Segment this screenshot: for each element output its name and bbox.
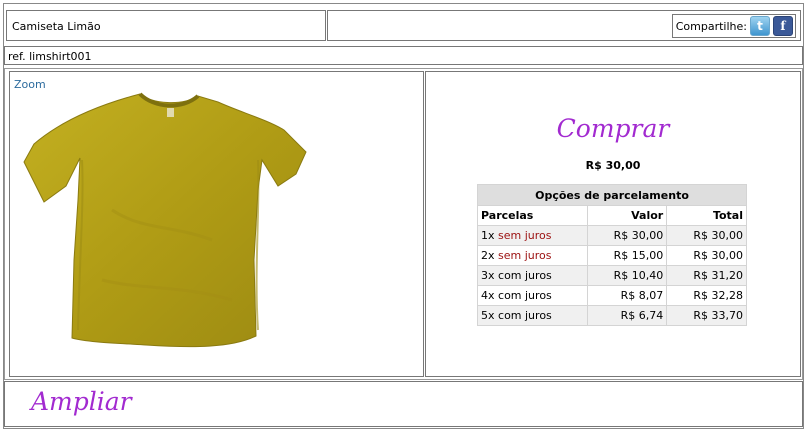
total-cell: R$ 32,28 (666, 285, 747, 306)
product-title: Camiseta Limão (12, 20, 101, 33)
tshirt-image[interactable] (22, 90, 314, 352)
share-label: Compartilhe: (675, 19, 747, 33)
value-cell: R$ 6,74 (586, 305, 668, 326)
table-row: 3x com juros R$ 10,40 R$ 31,20 (477, 265, 747, 286)
table-row: 5x com juros R$ 6,74 R$ 33,70 (477, 305, 747, 326)
product-price: R$ 30,00 (585, 159, 641, 172)
buy-button[interactable]: Comprar (426, 114, 800, 143)
share-box: Compartilhe: t f (671, 14, 796, 38)
value-cell: R$ 15,00 (586, 245, 668, 266)
share-cell: Compartilhe: t f (327, 10, 801, 41)
total-cell: R$ 30,00 (666, 245, 747, 266)
product-title-cell: Camiseta Limão (6, 10, 326, 41)
column-header-parcelas: Parcelas (477, 205, 588, 226)
parcel-cell: 3x com juros (477, 265, 588, 286)
product-reference: ref. limshirt001 (8, 50, 92, 63)
total-cell: R$ 30,00 (666, 225, 747, 246)
total-cell: R$ 33,70 (666, 305, 747, 326)
table-row: 2x sem juros R$ 15,00 R$ 30,00 (477, 245, 747, 266)
column-header-valor: Valor (586, 205, 668, 226)
table-row: 1x sem juros R$ 30,00 R$ 30,00 (477, 225, 747, 246)
value-cell: R$ 8,07 (586, 285, 668, 306)
twitter-icon[interactable]: t (750, 16, 770, 36)
column-header-total: Total (666, 205, 747, 226)
parcel-cell: 2x sem juros (477, 245, 588, 266)
facebook-icon[interactable]: f (773, 16, 793, 36)
parcel-cell: 4x com juros (477, 285, 588, 306)
enlarge-button[interactable]: Ampliar (31, 387, 132, 416)
value-cell: R$ 30,00 (586, 225, 668, 246)
enlarge-row: Ampliar (4, 381, 803, 427)
reference-row: ref. limshirt001 (4, 46, 803, 65)
installments-caption: Opções de parcelamento (477, 184, 747, 206)
total-cell: R$ 31,20 (666, 265, 747, 286)
parcel-cell: 1x sem juros (477, 225, 588, 246)
image-cell: Zoom (9, 71, 424, 377)
parcel-cell: 5x com juros (477, 305, 588, 326)
table-row: 4x com juros R$ 8,07 R$ 32,28 (477, 285, 747, 306)
value-cell: R$ 10,40 (586, 265, 668, 286)
installments-table: Opções de parcelamento Parcelas Valor To… (477, 184, 747, 326)
purchase-cell: Comprar R$ 30,00 Opções de parcelamento … (425, 71, 801, 377)
